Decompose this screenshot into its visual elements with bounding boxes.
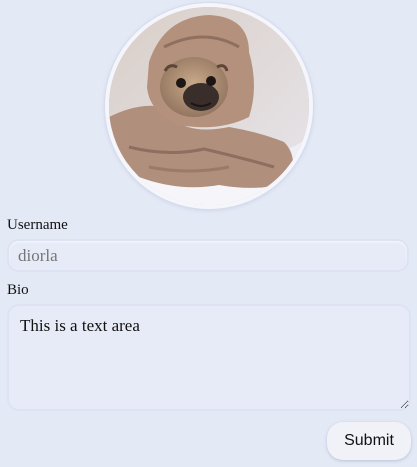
submit-button[interactable]: Submit [327,422,411,460]
pug-in-blanket-photo-icon [109,7,309,205]
avatar [109,7,309,205]
bio-textarea[interactable]: This is a text area [7,304,411,411]
bio-label: Bio [7,282,29,298]
username-label: Username [7,217,68,233]
avatar-frame [105,3,313,209]
username-input[interactable] [7,239,409,272]
profile-form-page: Username Bio This is a text area Submit [0,0,417,467]
